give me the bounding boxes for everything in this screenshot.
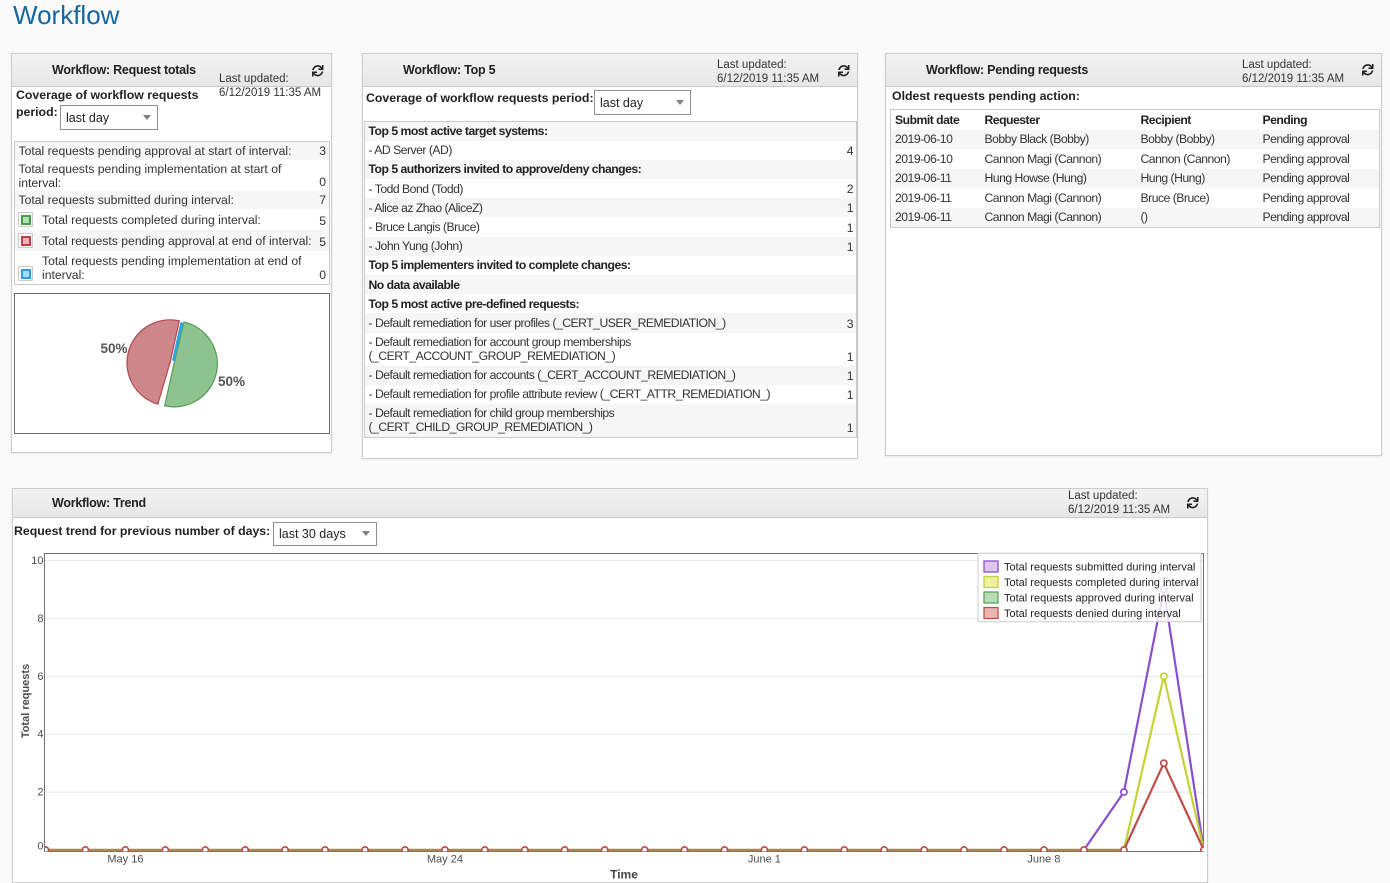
svg-text:May 16: May 16 [107, 854, 143, 866]
svg-text:6: 6 [37, 671, 43, 683]
svg-text:2: 2 [37, 787, 43, 799]
svg-text:Total requests submitted durin: Total requests submitted during interval [1004, 562, 1195, 574]
svg-text:10: 10 [31, 555, 43, 567]
svg-text:50%: 50% [218, 374, 245, 389]
svg-text:0: 0 [37, 841, 43, 853]
svg-text:Total requests completed durin: Total requests completed during interval [1004, 577, 1198, 589]
svg-text:50%: 50% [100, 341, 127, 356]
svg-text:4: 4 [37, 729, 43, 741]
svg-text:8: 8 [37, 613, 43, 625]
svg-text:Total requests approved during: Total requests approved during interval [1004, 593, 1194, 605]
svg-text:June 1: June 1 [748, 854, 781, 866]
svg-text:Time: Time [610, 868, 638, 882]
svg-text:Total requests denied during i: Total requests denied during interval [1004, 608, 1181, 620]
svg-text:June 8: June 8 [1027, 854, 1060, 866]
svg-text:Total requests: Total requests [20, 664, 32, 738]
svg-text:May 24: May 24 [427, 854, 463, 866]
